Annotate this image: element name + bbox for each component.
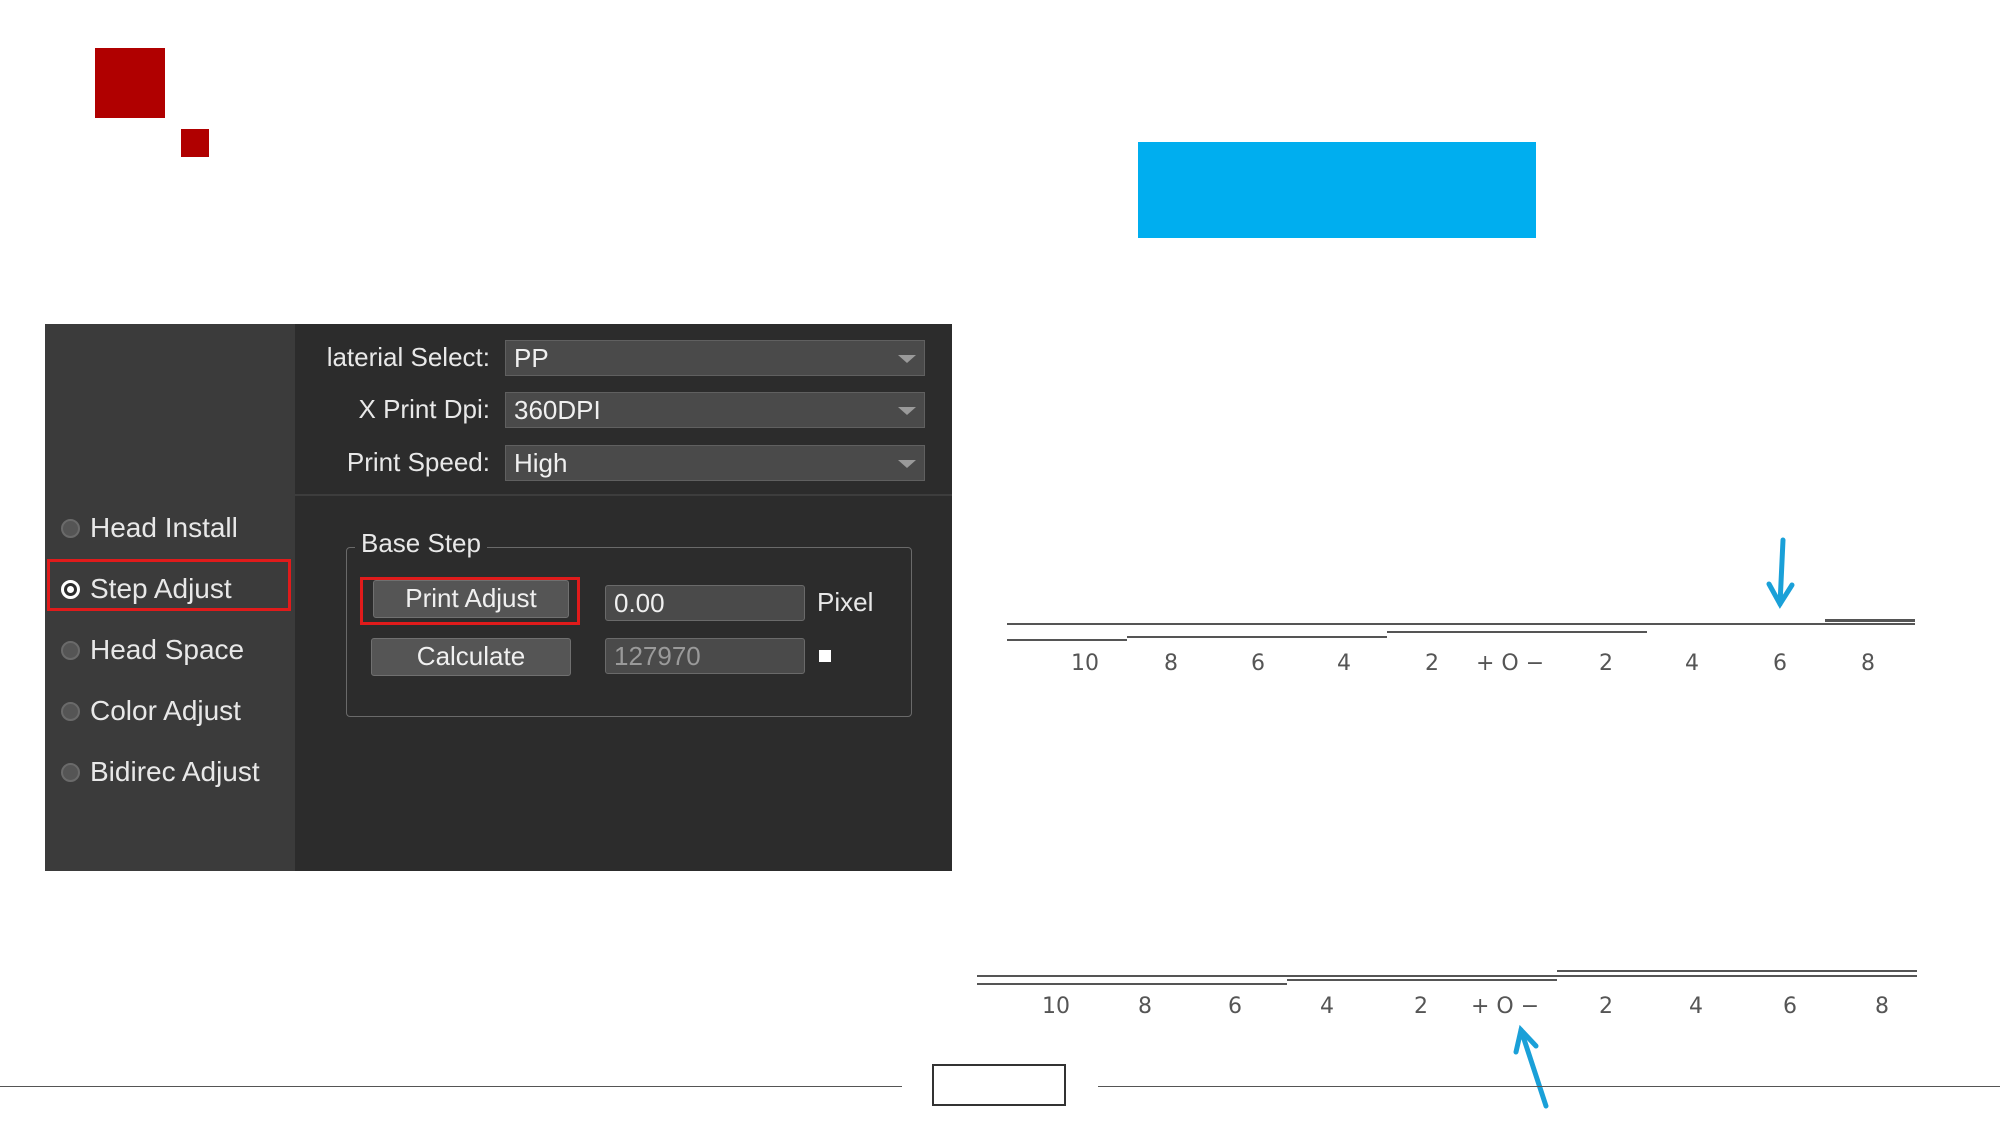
page-number-box [932, 1064, 1066, 1106]
arrow-up-icon [1513, 1024, 1549, 1109]
footer-divider-left [0, 1086, 902, 1087]
footer-divider-right [1098, 1086, 2000, 1087]
annotation-arrows [1513, 537, 1795, 1109]
arrow-down-icon [1766, 537, 1795, 609]
